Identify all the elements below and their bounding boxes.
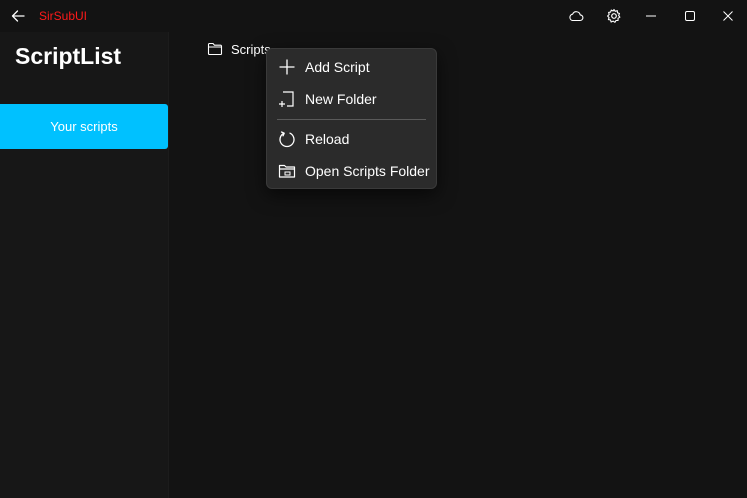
menu-separator [277,119,426,120]
gear-icon[interactable] [599,2,629,30]
back-arrow-icon[interactable] [6,4,30,28]
menu-item-label: New Folder [305,91,377,107]
plus-icon [277,57,297,77]
new-folder-icon [277,89,297,109]
menu-item-add-script[interactable]: Add Script [271,52,432,82]
folder-icon [207,42,223,56]
menu-item-label: Open Scripts Folder [305,163,430,179]
folder-item-scripts[interactable]: Scripts [207,39,271,59]
menu-item-label: Reload [305,131,350,147]
app-title: SirSubUI [39,9,88,23]
menu-item-open-scripts-folder[interactable]: Open Scripts Folder [271,156,432,186]
sidebar-item-your-scripts[interactable]: Your scripts [0,104,168,149]
title-bar: SirSubUI [0,0,747,32]
main-content: Scripts [169,32,747,498]
menu-item-new-folder[interactable]: New Folder [271,84,432,114]
menu-item-label: Add Script [305,59,370,75]
app-window: SirSubUI ScriptList Your scripts Scripts… [0,0,747,498]
minimize-icon[interactable] [636,2,666,30]
folder-label: Scripts [231,41,271,57]
sidebar-title: ScriptList [15,43,122,69]
sidebar: ScriptList Your scripts [0,32,169,498]
maximize-icon[interactable] [675,2,705,30]
close-icon[interactable] [713,2,743,30]
sidebar-item-label: Your scripts [50,119,118,134]
cloud-icon[interactable] [561,2,591,30]
reload-icon [277,129,297,149]
open-folder-icon [277,161,297,181]
menu-item-reload[interactable]: Reload [271,124,432,154]
context-menu: Add Script New Folder Reload Open Script… [266,48,437,189]
